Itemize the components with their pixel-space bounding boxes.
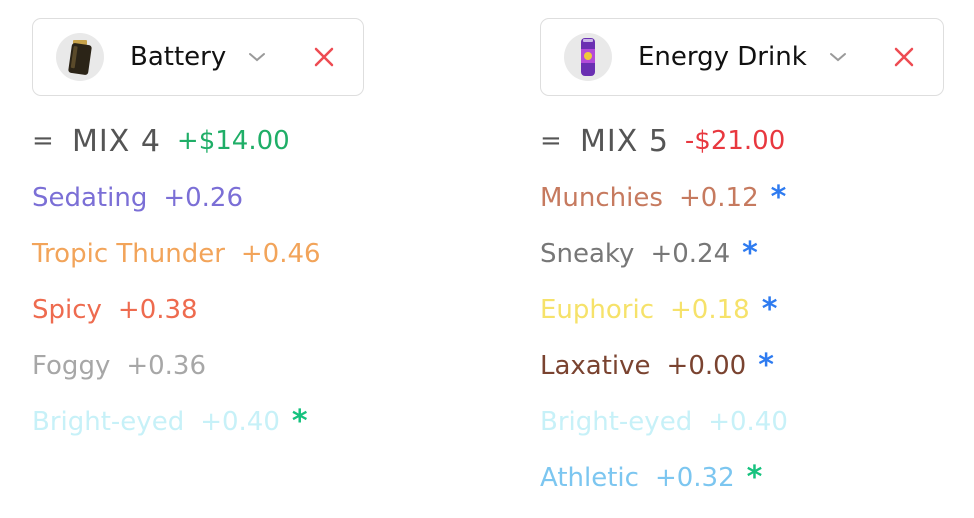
effect-item: Spicy +0.38	[32, 282, 364, 338]
asterisk-icon: *	[291, 404, 308, 439]
chevron-down-icon[interactable]	[248, 51, 266, 63]
effect-name: Sedating	[32, 183, 148, 213]
ingredient-select-energy-drink[interactable]: Energy Drink	[540, 18, 944, 96]
ingredient-title: Energy Drink	[638, 42, 807, 72]
asterisk-icon: *	[770, 180, 787, 215]
effect-value: +0.00	[666, 351, 747, 381]
effect-item: Foggy +0.36	[32, 338, 364, 394]
left-column: Battery = MIX 4 +$14.00 Sedating +0.26 Tro…	[32, 18, 364, 450]
effect-value: +0.32	[654, 463, 735, 493]
equals-sign: =	[540, 126, 562, 156]
effect-value: +0.40	[708, 407, 788, 437]
effect-item: Bright-eyed +0.40 *	[32, 394, 364, 450]
effect-item: Tropic Thunder +0.46	[32, 226, 364, 282]
effect-name: Munchies	[540, 183, 663, 213]
effect-value: +0.40	[200, 407, 280, 437]
effect-name: Bright-eyed	[32, 407, 185, 437]
mix-result: = MIX 4 +$14.00	[32, 120, 364, 162]
effect-item: Laxative +0.00 *	[540, 338, 944, 394]
effect-value: +0.38	[117, 295, 198, 325]
mix-result: = MIX 5 -$21.00	[540, 120, 944, 162]
effect-item: Sedating +0.26	[32, 170, 364, 226]
effect-name: Bright-eyed	[540, 407, 693, 437]
effect-value: +0.46	[240, 239, 321, 269]
effect-item: Euphoric +0.18 *	[540, 282, 944, 338]
effect-value: +0.18	[670, 295, 750, 325]
effect-value: +0.12	[678, 183, 759, 213]
mix-price: +$14.00	[176, 126, 290, 156]
effect-name: Foggy	[32, 351, 111, 381]
effect-name: Euphoric	[540, 295, 655, 325]
ingredient-title: Battery	[130, 42, 227, 72]
energy-drink-icon	[564, 33, 612, 81]
effect-value: +0.36	[126, 351, 207, 381]
effect-item: Athletic +0.32 *	[540, 450, 944, 506]
asterisk-icon: *	[758, 348, 774, 383]
effect-value: +0.26	[163, 183, 244, 213]
effect-value: +0.24	[650, 239, 731, 269]
effect-name: Laxative	[540, 351, 651, 381]
chevron-down-icon[interactable]	[829, 51, 847, 63]
battery-icon	[56, 33, 104, 81]
mix-label: MIX 5	[580, 123, 669, 159]
effect-name: Spicy	[32, 295, 102, 325]
mix-label: MIX 4	[72, 123, 161, 159]
equals-sign: =	[32, 126, 54, 156]
asterisk-icon: *	[742, 236, 758, 271]
asterisk-icon: *	[746, 460, 763, 495]
effect-name: Tropic Thunder	[32, 239, 225, 269]
right-column: Energy Drink = MIX 5 -$21.00 Munchies +0.…	[540, 18, 944, 506]
close-icon[interactable]	[893, 46, 915, 68]
effect-item: Sneaky +0.24 *	[540, 226, 944, 282]
effect-name: Athletic	[540, 463, 639, 493]
asterisk-icon: *	[761, 292, 778, 327]
effect-item: Bright-eyed +0.40	[540, 394, 944, 450]
mix-price: -$21.00	[684, 126, 786, 156]
close-icon[interactable]	[313, 46, 335, 68]
effects-list: Munchies +0.12 * Sneaky +0.24 * Euphoric +0.18 *…	[540, 170, 944, 506]
ingredient-select-battery[interactable]: Battery	[32, 18, 364, 96]
effects-list: Sedating +0.26 Tropic Thunder +0.46 Spicy +0.…	[32, 170, 364, 450]
effect-item: Munchies +0.12 *	[540, 170, 944, 226]
effect-name: Sneaky	[540, 239, 635, 269]
